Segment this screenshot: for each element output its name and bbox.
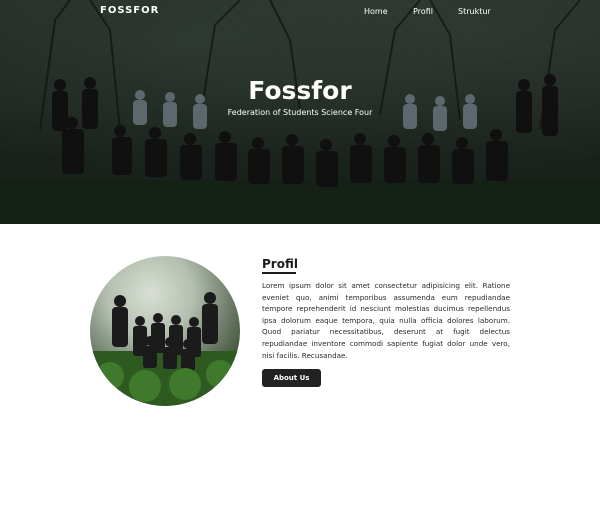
nav-link-struktur[interactable]: Struktur [458, 7, 491, 16]
profile-section: Profil Lorem ipsum dolor sit amet consec… [0, 224, 600, 510]
hero-title: Fossfor [248, 76, 352, 105]
profile-description: Lorem ipsum dolor sit amet consectetur a… [262, 281, 510, 360]
hero-subtitle: Federation of Students Science Four [227, 108, 373, 117]
brand-logo[interactable]: FOSSFOR [100, 5, 159, 16]
title-underline [262, 272, 296, 274]
nav-link-home[interactable]: Home [364, 7, 388, 16]
profile-photo [90, 256, 240, 406]
section-title: Profil [262, 257, 298, 271]
nav-link-profil[interactable]: Profil [413, 7, 433, 16]
navbar: FOSSFOR Home Profil Struktur [0, 0, 600, 24]
hero-banner: FOSSFOR Home Profil Struktur Fossfor Fed… [0, 0, 600, 224]
profile-photo-illustration [90, 292, 240, 406]
about-us-button[interactable]: About Us [262, 369, 321, 387]
